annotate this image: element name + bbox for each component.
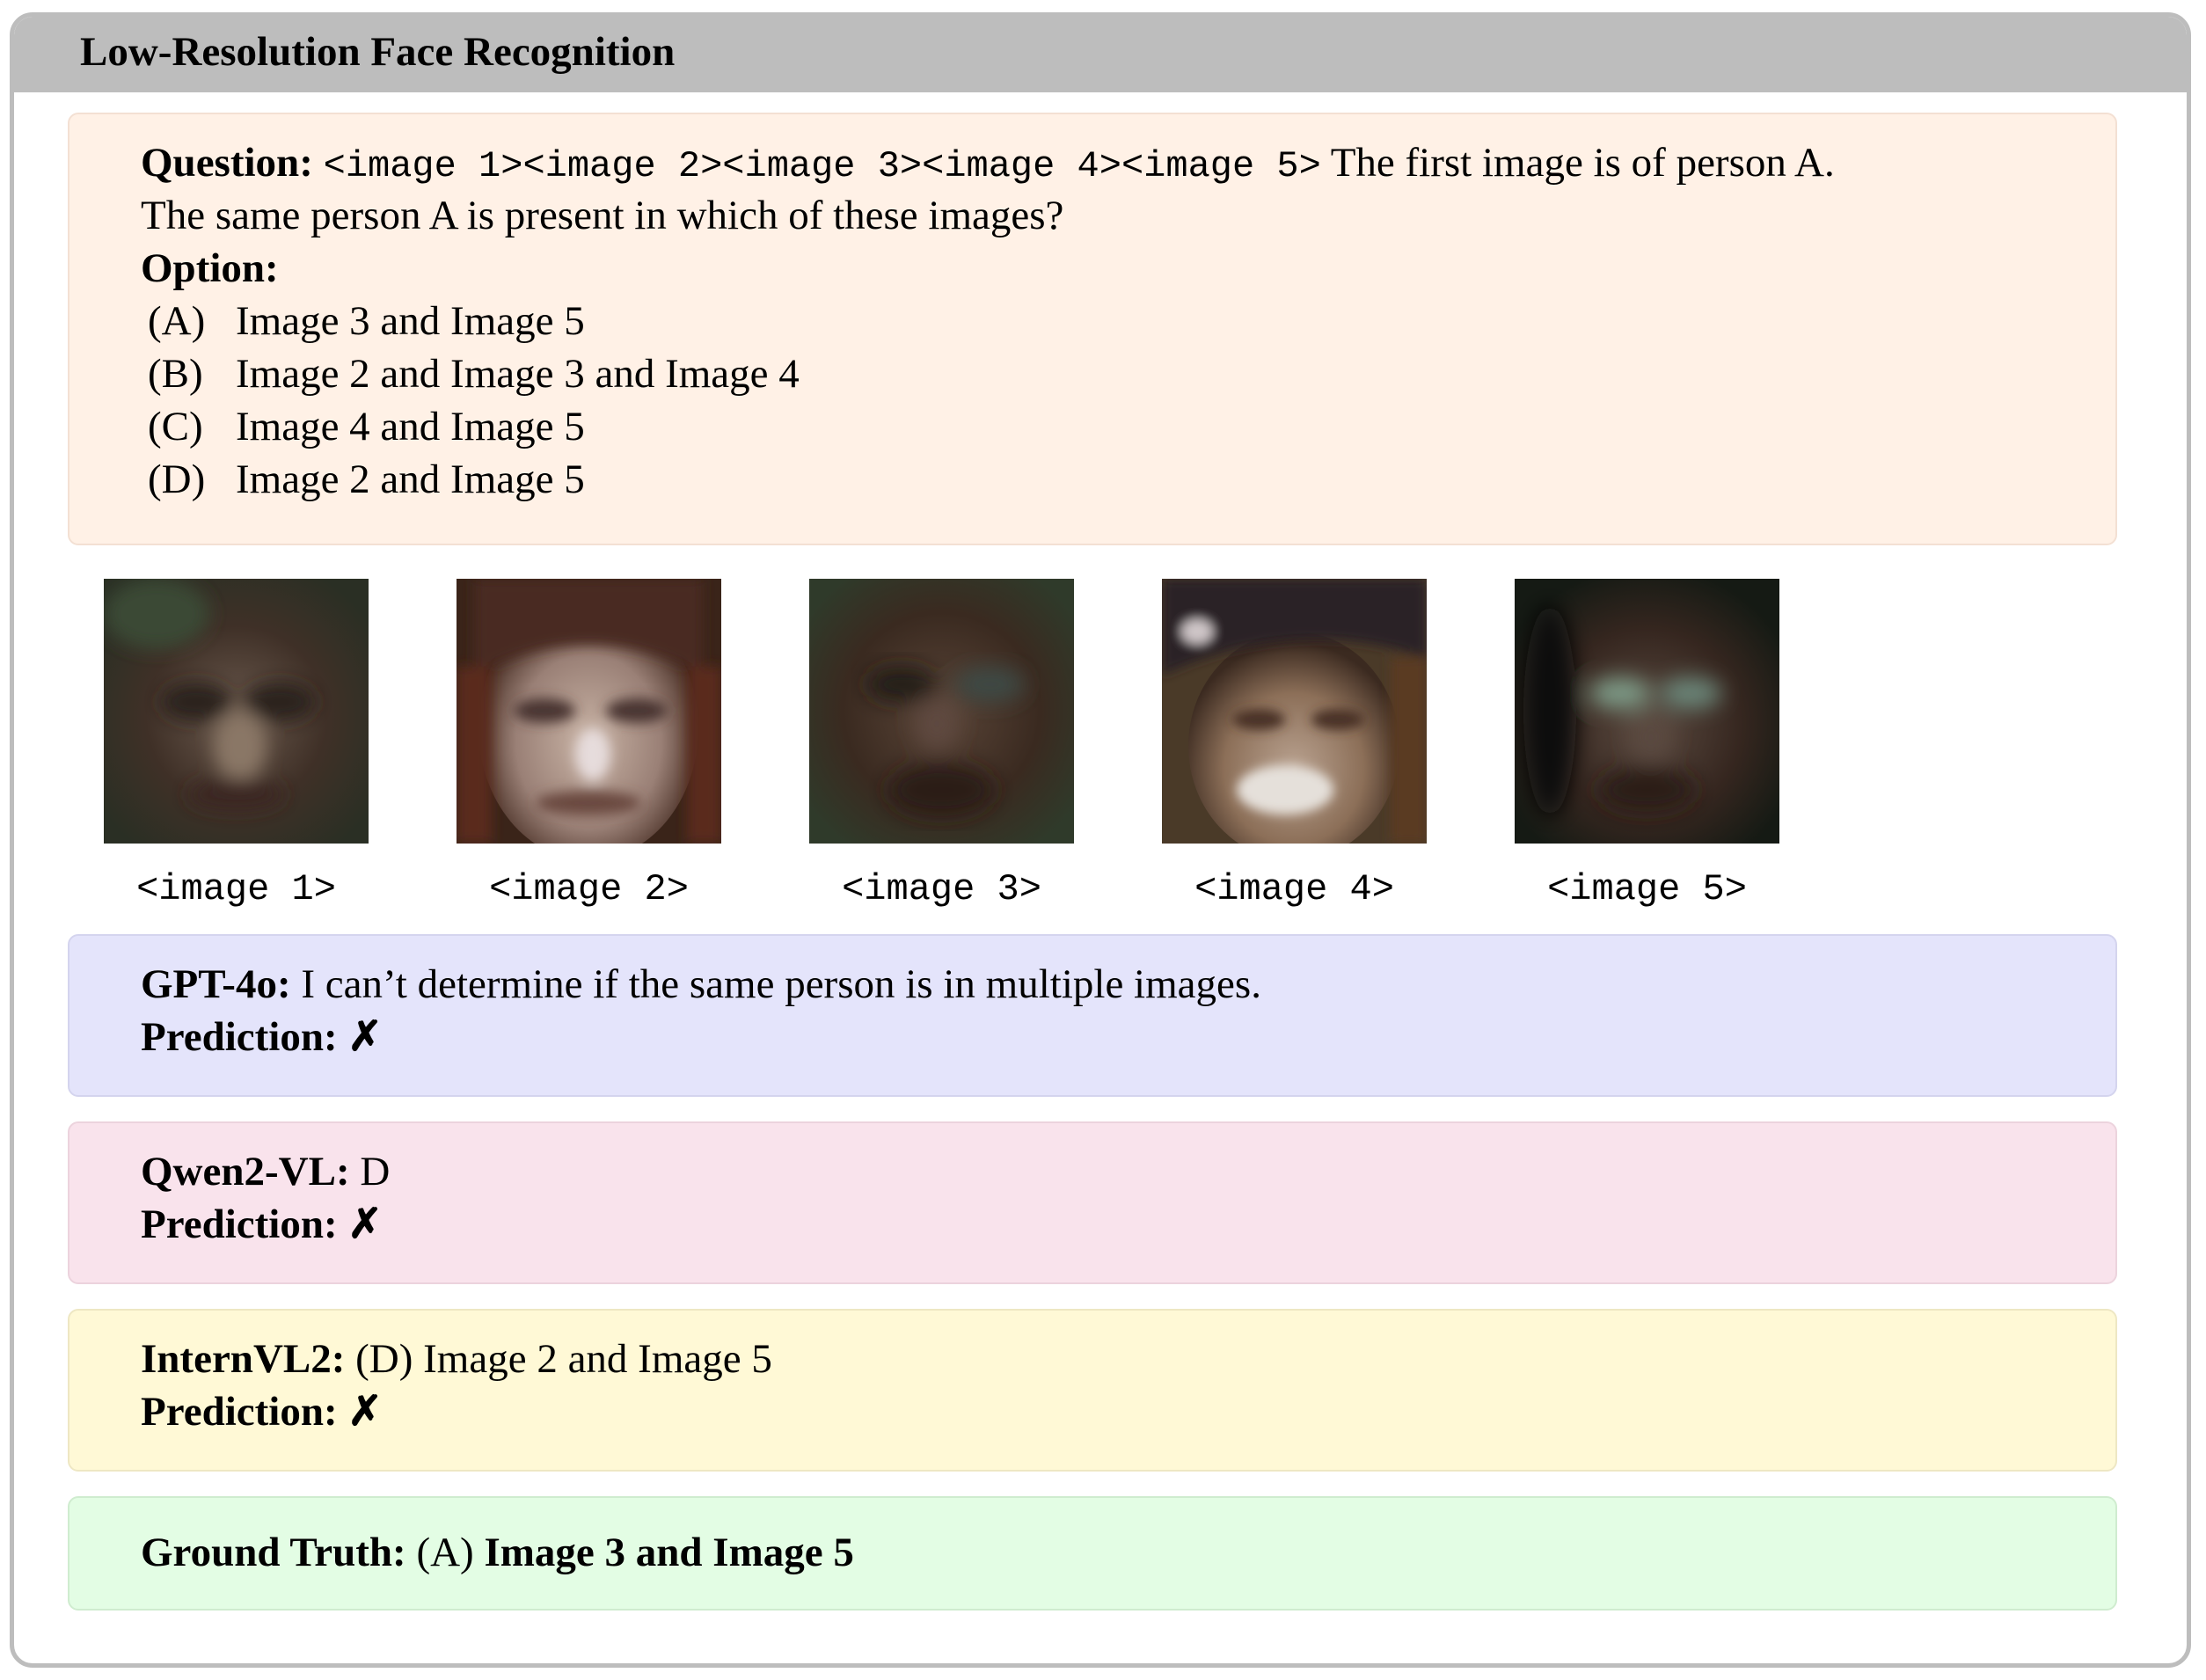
- face-image-1: [104, 579, 369, 844]
- gpt4o-response: GPT-4o: I can’t determine if the same pe…: [141, 958, 1261, 1011]
- qwen2vl-response: Qwen2-VL: D: [141, 1145, 390, 1198]
- qwen2vl-answer-box: Qwen2-VL: D Prediction: ✗: [68, 1121, 2117, 1284]
- image-2-caption: <image 2>: [489, 868, 689, 910]
- ground-truth-letter: (A): [405, 1530, 485, 1575]
- internvl2-prediction: Prediction: ✗: [141, 1385, 383, 1438]
- option-text: Image 2 and Image 5: [236, 457, 585, 502]
- option-letter: (A): [148, 298, 206, 344]
- face-image-5: [1515, 579, 1779, 844]
- option-text: Image 4 and Image 5: [236, 404, 585, 449]
- internvl2-response: InternVL2: (D) Image 2 and Image 5: [141, 1333, 772, 1385]
- face-image-4: [1162, 579, 1427, 844]
- option-text: Image 2 and Image 3 and Image 4: [236, 351, 800, 397]
- option-letter: (B): [148, 351, 203, 397]
- model-name: GPT-4o:: [141, 961, 291, 1007]
- internvl2-answer-box: InternVL2: (D) Image 2 and Image 5 Predi…: [68, 1309, 2117, 1472]
- face-image-4-picture: [1162, 579, 1427, 844]
- face-image-3-picture: [809, 579, 1074, 844]
- option-letter: (D): [148, 457, 206, 502]
- option-label: Option:: [141, 242, 279, 295]
- response-text: I can’t determine if the same person is …: [290, 961, 1261, 1007]
- option-label-text: Option:: [141, 245, 279, 291]
- card-title: Low-Resolution Face Recognition: [80, 29, 676, 75]
- cross-mark-icon: ✗: [347, 1389, 383, 1435]
- image-5-caption: <image 5>: [1547, 868, 1747, 910]
- face-image-3: [809, 579, 1074, 844]
- cross-mark-icon: ✗: [347, 1202, 383, 1247]
- response-text: D: [349, 1149, 391, 1194]
- response-text: (D) Image 2 and Image 5: [345, 1336, 772, 1382]
- image-4-caption: <image 4>: [1194, 868, 1394, 910]
- model-name: Qwen2-VL:: [141, 1149, 350, 1194]
- prediction-label: Prediction:: [141, 1389, 338, 1435]
- face-image-1-picture: [104, 579, 369, 844]
- cross-mark-icon: ✗: [347, 1014, 383, 1060]
- ground-truth-answer: Ground Truth: (A) Image 3 and Image 5: [141, 1526, 854, 1579]
- image-tokens: <image 1><image 2><image 3><image 4><ima…: [323, 145, 1321, 187]
- face-image-5-picture: [1515, 579, 1779, 844]
- image-3-caption: <image 3>: [842, 868, 1041, 910]
- face-image-2: [457, 579, 721, 844]
- ground-truth-label: Ground Truth:: [141, 1530, 406, 1575]
- ground-truth-box: Ground Truth: (A) Image 3 and Image 5: [68, 1496, 2117, 1611]
- card-header: Low-Resolution Face Recognition: [14, 17, 2187, 92]
- question-line-1: Question: <image 1><image 2><image 3><im…: [141, 136, 1835, 193]
- question-line-2: The same person A is present in which of…: [141, 193, 1064, 238]
- option-letter: (C): [148, 404, 203, 449]
- question-label: Question:: [141, 140, 313, 186]
- option-text: Image 3 and Image 5: [236, 298, 585, 344]
- face-image-2-picture: [457, 579, 721, 844]
- prediction-label: Prediction:: [141, 1014, 338, 1060]
- image-1-caption: <image 1>: [136, 868, 336, 910]
- question-box: Question: <image 1><image 2><image 3><im…: [68, 113, 2117, 545]
- ground-truth-text: Image 3 and Image 5: [484, 1530, 854, 1575]
- gpt4o-prediction: Prediction: ✗: [141, 1011, 383, 1063]
- question-text-1: The first image is of person A.: [1320, 140, 1835, 186]
- model-name: InternVL2:: [141, 1336, 346, 1382]
- gpt4o-answer-box: GPT-4o: I can’t determine if the same pe…: [68, 934, 2117, 1097]
- prediction-label: Prediction:: [141, 1202, 338, 1247]
- qwen2vl-prediction: Prediction: ✗: [141, 1198, 383, 1251]
